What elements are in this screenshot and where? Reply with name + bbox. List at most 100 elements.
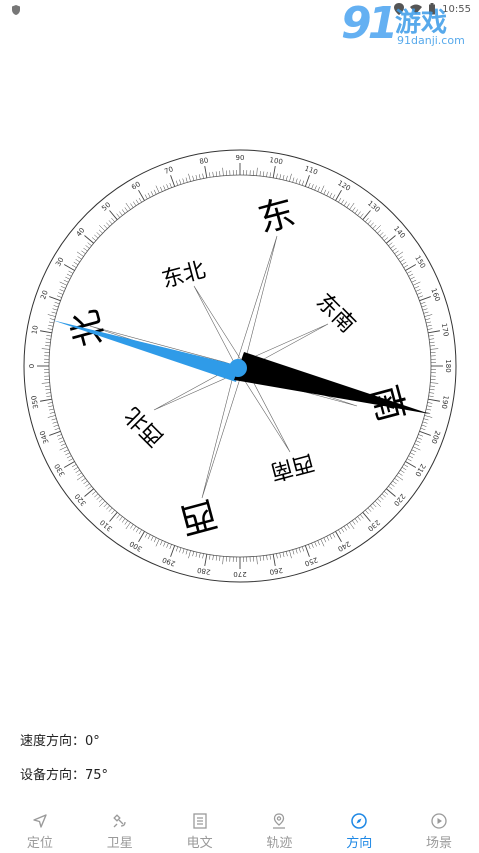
compass-tick [169, 182, 172, 188]
compass-tick [52, 421, 58, 424]
compass-tick [75, 469, 80, 473]
compass-tick [135, 527, 139, 533]
compass-tick [379, 496, 384, 500]
compass-tick [153, 189, 157, 195]
tab-scene[interactable]: 场景 [399, 808, 479, 853]
compass-tick [301, 546, 305, 552]
compass-tick [298, 547, 301, 553]
direction-southwest: 西南 [268, 449, 317, 485]
compass-tick [46, 335, 52, 337]
compass-tick-label: 340 [38, 429, 50, 444]
compass-tick [47, 328, 53, 330]
compass-tick [52, 308, 58, 311]
compass-tick [377, 498, 382, 503]
compass-tick [121, 209, 126, 214]
direction-southeast: 东南 [311, 289, 360, 338]
compass-tick [403, 264, 409, 268]
compass-tick [414, 286, 420, 289]
compass-tick [125, 202, 131, 210]
compass-tick [166, 184, 169, 190]
compass-tick [406, 458, 412, 462]
tab-location[interactable]: 定位 [0, 808, 80, 853]
compass-tick [365, 217, 369, 223]
compass-tick [65, 276, 70, 280]
direction-east: 东 [254, 192, 299, 241]
compass-tick [418, 434, 424, 437]
compass-tick [279, 552, 281, 558]
compass-tick [416, 437, 422, 440]
compass-tick [408, 273, 414, 277]
compass-tick [56, 295, 62, 298]
compass-tick [175, 546, 179, 552]
tab-track[interactable]: 轨迹 [239, 808, 319, 853]
compass-tick [76, 251, 84, 257]
compass-tick [83, 247, 88, 252]
compass-tick [116, 514, 120, 519]
direction-west: 西 [176, 492, 221, 541]
compass-tick-label: 80 [199, 156, 209, 165]
compass-tick [338, 197, 342, 203]
compass-tick [423, 418, 429, 421]
compass-tick [390, 245, 395, 249]
compass-tick [357, 516, 361, 521]
compass-tick [53, 305, 59, 308]
speed-direction-text: 速度方向：0° [20, 734, 100, 749]
compass-tick [341, 527, 345, 533]
compass-tick [51, 311, 57, 314]
compass-tick [144, 194, 148, 200]
compass-tick [323, 537, 327, 543]
compass-tick [263, 555, 265, 561]
compass-tick [396, 475, 404, 481]
compass-tick [381, 234, 386, 239]
tab-label: 定位 [26, 836, 53, 851]
compass-tick [352, 520, 356, 525]
compass-tick [360, 514, 364, 519]
compass-tick [400, 469, 405, 473]
compass-tick [179, 179, 182, 185]
compass-tick-label: 230 [366, 518, 381, 533]
compass-tick [54, 427, 60, 431]
compass-tick [412, 281, 421, 286]
compass-tick [48, 405, 54, 407]
compass-tick [94, 234, 99, 239]
compass-tick [84, 235, 94, 244]
tab-message[interactable]: 电文 [160, 808, 240, 853]
compass-tick [124, 207, 128, 212]
compass-tick-label: 160 [429, 287, 441, 302]
compass-tick [83, 480, 88, 485]
compass-tick [150, 536, 154, 541]
compass-tick-label: 60 [130, 180, 142, 191]
tab-label: 电文 [186, 836, 213, 851]
compass-tick [295, 548, 298, 554]
compass-tick [276, 553, 278, 559]
tab-label: 场景 [426, 836, 453, 851]
compass-tick [73, 261, 79, 265]
compass-tick [415, 289, 421, 292]
compass-tick [279, 174, 281, 180]
compass-tick [401, 467, 407, 471]
compass-tick [170, 545, 176, 557]
compass-tick [414, 443, 420, 446]
compass-tick [329, 192, 333, 198]
compass-tick [45, 338, 51, 340]
compass-tick [58, 292, 64, 295]
compass-tick [428, 398, 440, 402]
tab-satellite[interactable]: 卫星 [80, 808, 160, 853]
compass-tick [406, 270, 412, 274]
compass-tick [119, 516, 123, 521]
compass-tick [400, 259, 405, 263]
compass-tick [147, 192, 151, 198]
compass-tick [66, 455, 72, 459]
compass-tick [332, 194, 336, 200]
compass-tick [295, 178, 298, 184]
compass-tick-label: 220 [392, 492, 407, 507]
compass-tick [396, 251, 404, 257]
tab-direction[interactable]: 方向 [319, 808, 399, 853]
compass-tick [188, 173, 191, 182]
compass-tick [285, 175, 288, 181]
compass-tick [138, 529, 142, 535]
compass-tick [422, 421, 428, 424]
compass-tick [383, 491, 389, 495]
compass-tick [160, 186, 163, 192]
compass-tick [390, 483, 395, 487]
